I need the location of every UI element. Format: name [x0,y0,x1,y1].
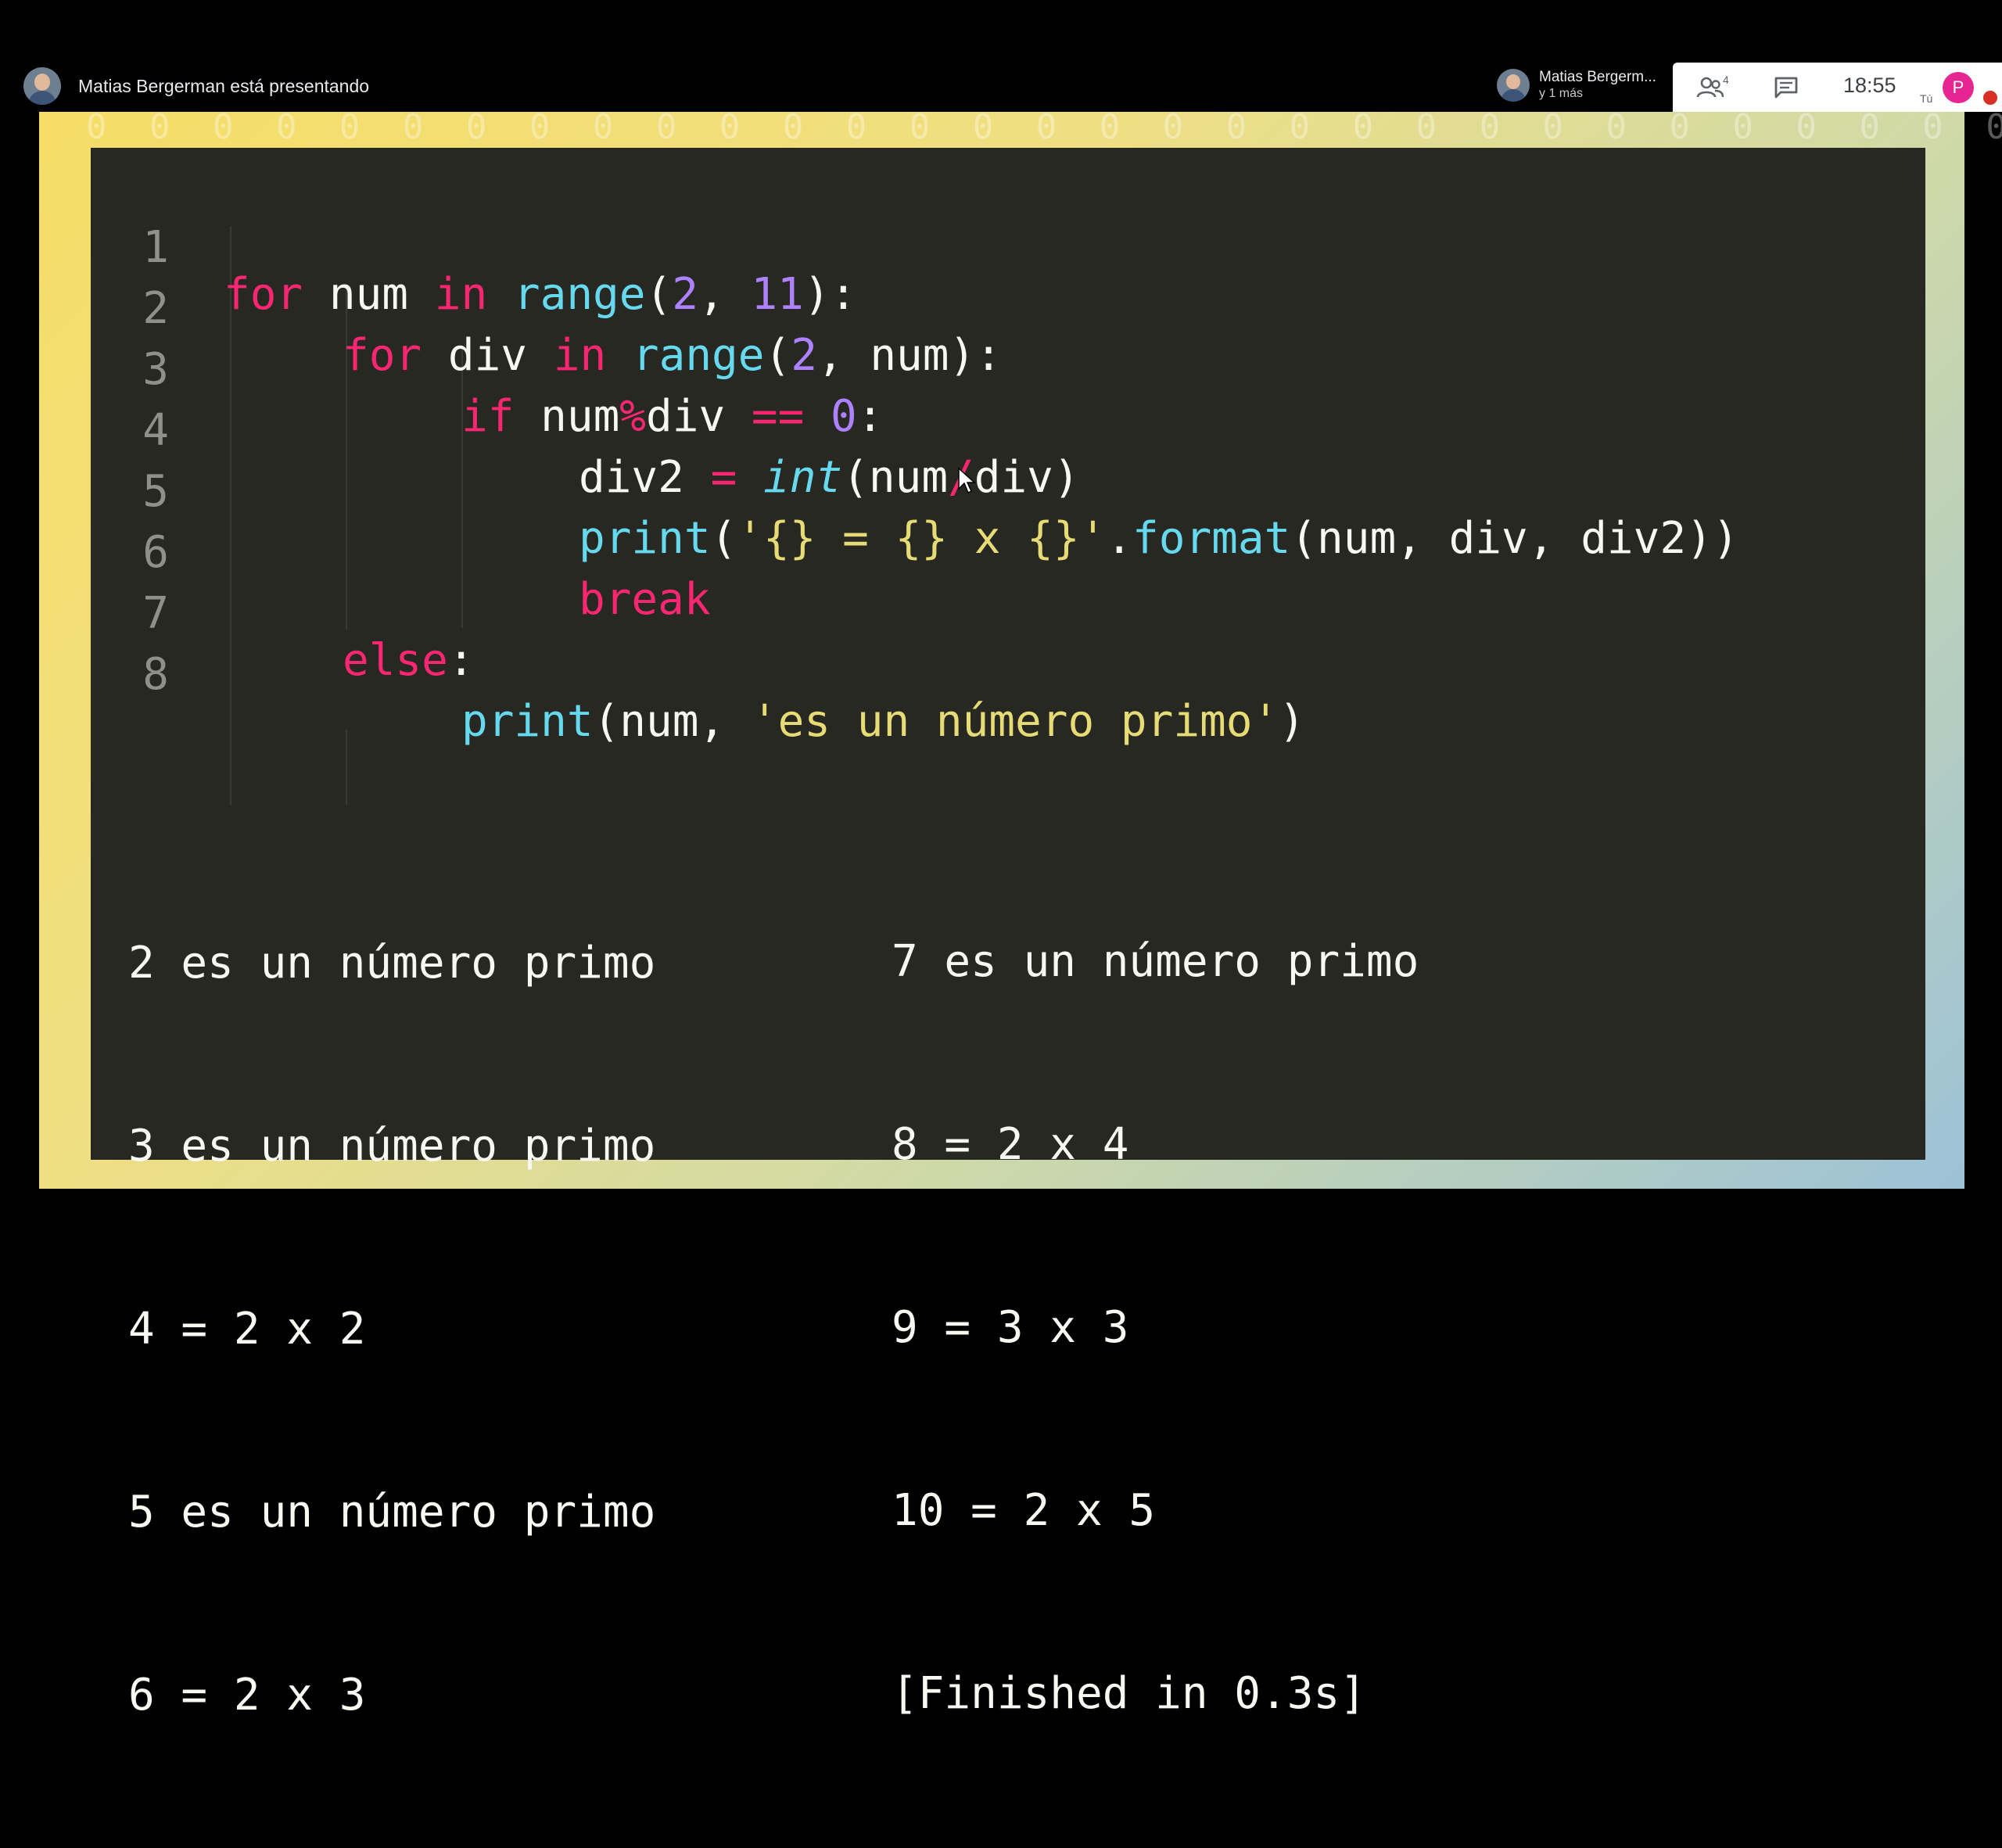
code-editor-panel: 1 for num in range(2, 11): 2 for div in … [91,148,1925,1721]
output-column-right: 7 es un número primo 8 = 2 x 4 9 = 3 x 3… [892,809,1419,1846]
chat-button[interactable] [1773,75,1801,100]
mouse-cursor-icon [958,467,976,494]
code-line-5: 5 print('{} = {} x {}'.format(num, div, … [91,422,1889,562]
output-line: 10 = 2 x 5 [892,1485,1156,1536]
participant-name: Matias Bergerm... [1539,69,1656,85]
self-label: Tú [1920,92,1933,105]
participant-more: y 1 más [1539,87,1584,100]
self-avatar[interactable]: P [1943,72,1974,103]
participant-tile[interactable]: Matias Bergerm... y 1 más [1497,67,1656,103]
notification-dot [1983,91,1997,105]
output-line: 7 es un número primo [892,936,1419,987]
meeting-clock: 18:55 [1843,74,1896,97]
output-line: 9 = 3 x 3 [892,1302,1129,1353]
output-line: 2 es un número primo [128,938,656,989]
code-line-2: 2 for div in range(2, num): [91,239,1889,379]
code-line-3: 3 if num%div == 0: [91,300,1889,440]
meeting-bottom-bar [0,1189,2002,1251]
code-line-4: 4 div2 = int(num/div) [91,361,1889,501]
chat-icon [1774,77,1798,99]
participant-info: Matias Bergerm... y 1 más [1539,69,1656,102]
output-line: 8 = 2 x 4 [892,1119,1129,1170]
output-line: 6 = 2 x 3 [128,1670,366,1721]
code-line-6: 6 break [91,483,1889,623]
presenting-label: Matias Bergerman está presentando [78,75,370,96]
output-line: 4 = 2 x 2 [128,1304,366,1355]
code-line-7: 7 else: [91,544,1889,684]
output-column-left: 2 es un número primo 3 es un número prim… [128,811,655,1848]
code-line-8: 8 print(num, 'es un número primo') [91,605,1889,745]
output-line: [Finished in 0.3s] [892,1668,1366,1719]
avatar-head [34,74,50,91]
meeting-controls: 4 18:55 Tú P [1673,63,2002,112]
line-number: 8 [142,649,169,700]
people-count: 4 [1723,74,1729,86]
avatar-head [1506,74,1520,89]
presenter-indicator: Matias Bergerman está presentando [23,67,369,105]
avatar-body [1501,89,1526,102]
output-line: 5 es un número primo [128,1487,656,1538]
avatar-body [28,91,56,105]
participant-avatar [1497,69,1530,102]
meeting-top-bar: Matias Bergerman está presentando Matias… [0,0,2002,112]
output-line: 3 es un número primo [128,1121,656,1172]
code-text: print(num, 'es un número primo') [461,696,1305,747]
shared-screen-slide: 0 0 0 0 0 0 0 0 0 0 0 0 0 0 0 0 0 0 0 0 … [39,110,2002,1721]
presenter-avatar [23,67,61,105]
background-zeros: 0 0 0 0 0 0 0 0 0 0 0 0 0 0 0 0 0 0 0 0 … [86,107,2002,147]
indent-guide [346,730,347,805]
code-line-1: 1 for num in range(2, 11): [91,178,1889,318]
people-button[interactable]: 4 [1696,74,1729,100]
